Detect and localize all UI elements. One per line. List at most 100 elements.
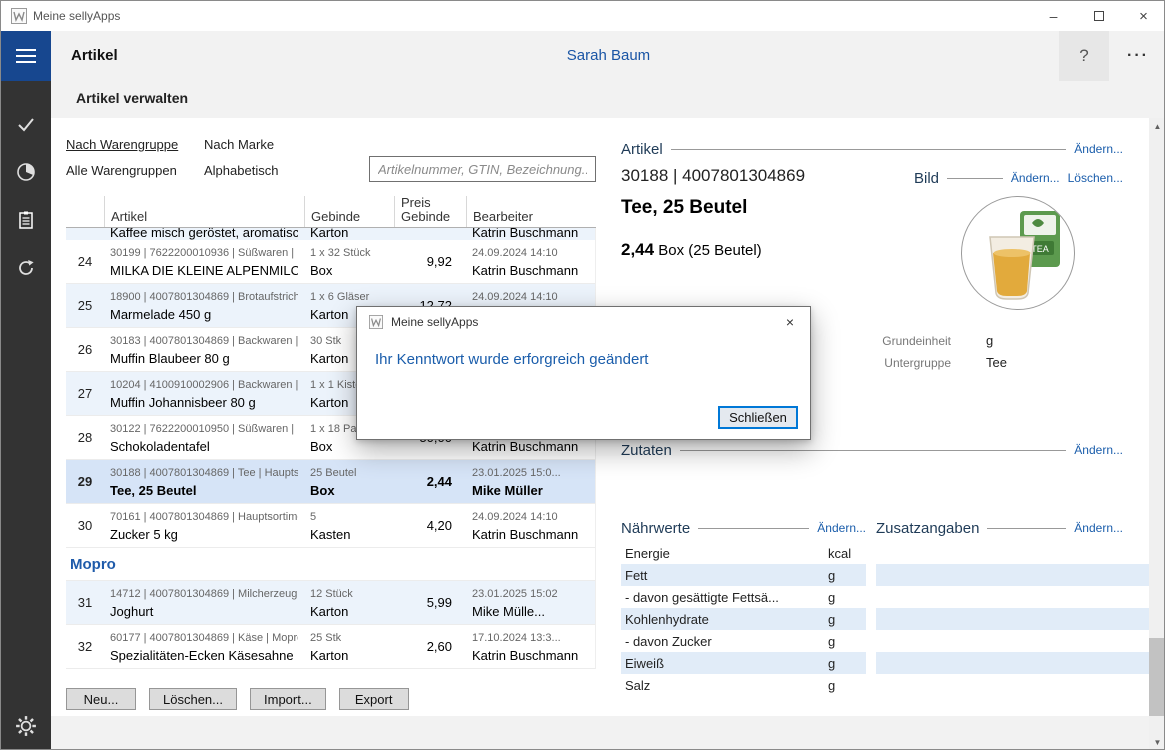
- settings-gear-icon[interactable]: [1, 706, 51, 746]
- nutrient-row: - davon Zuckerg: [621, 630, 866, 652]
- tab-nach-marke[interactable]: Nach Marke: [204, 135, 274, 155]
- import-button[interactable]: Import...: [250, 688, 326, 710]
- gebinde-unit: Karton: [310, 646, 388, 666]
- articles-clipboard-icon[interactable]: [1, 200, 51, 240]
- article-name: Tee, 25 Beutel: [110, 481, 298, 501]
- article-cell: 30183 | 4007801304869 | Backwaren | Hau.…: [104, 328, 304, 371]
- dialog-close-icon[interactable]: ×: [770, 307, 810, 337]
- zusatzangaben-aendern-link[interactable]: Ändern...: [1074, 521, 1123, 535]
- col-bearbeiter[interactable]: Bearbeiter: [466, 196, 596, 227]
- scrollbar-thumb[interactable]: [1149, 638, 1165, 716]
- new-button[interactable]: Neu...: [66, 688, 136, 710]
- article-name: Marmelade 450 g: [110, 305, 298, 325]
- zusatz-row: [876, 652, 1149, 674]
- editor-name: Katrin Buschmann: [472, 261, 590, 281]
- gebinde-unit: Karton: [310, 602, 388, 622]
- table-row[interactable]: 2930188 | 4007801304869 | Tee | Hauptsor…: [66, 460, 595, 504]
- section-naehrwerte-title: Nährwerte: [621, 520, 690, 537]
- edit-date: 24.09.2024 14:10: [472, 289, 590, 305]
- divider: [671, 149, 1067, 150]
- scroll-down-icon[interactable]: ▼: [1149, 734, 1165, 750]
- article-name: Joghurt: [110, 602, 298, 622]
- edit-date: 23.01.2025 15:02: [472, 586, 590, 602]
- article-table: Kaffee misch geröstet, aromatisch,... Ka…: [66, 228, 596, 669]
- article-cell: 10204 | 4100910002906 | Backwaren | Hau.…: [104, 372, 304, 415]
- col-preis-gebinde[interactable]: PreisGebinde: [394, 196, 466, 227]
- section-bild-title: Bild: [914, 170, 939, 187]
- bild-loeschen-link[interactable]: Löschen...: [1068, 171, 1123, 185]
- gebinde-unit: Box: [310, 437, 388, 457]
- search-input[interactable]: [369, 156, 596, 182]
- gebinde-unit: Karton: [310, 228, 388, 240]
- partial-row-clip: Kaffee misch geröstet, aromatisch,... Ka…: [66, 228, 595, 240]
- table-row[interactable]: 3260177 | 4007801304869 | Käse | MoproSp…: [66, 625, 595, 669]
- page-header: Artikel Sarah Baum ? ···: [51, 31, 1165, 81]
- row-number: 30: [66, 504, 104, 547]
- nutrient-row: Eiweißg: [621, 652, 866, 674]
- row-number: 32: [66, 625, 104, 668]
- filter-alle-warengruppen[interactable]: Alle Warengruppen: [66, 161, 177, 181]
- tab-nach-warengruppe[interactable]: Nach Warengruppe: [66, 135, 178, 155]
- col-gebinde[interactable]: Gebinde: [304, 196, 394, 227]
- row-number: 27: [66, 372, 104, 415]
- more-options-button[interactable]: ···: [1116, 31, 1160, 81]
- divider: [698, 528, 809, 529]
- zutaten-aendern-link[interactable]: Ändern...: [1074, 443, 1123, 457]
- nutrient-row: Kohlenhydrateg: [621, 608, 866, 630]
- table-row-partial[interactable]: Kaffee misch geröstet, aromatisch,... Ka…: [66, 228, 595, 240]
- titlebar: Meine sellyApps – ×: [1, 1, 1165, 31]
- article-table-header: Artikel Gebinde PreisGebinde Bearbeiter: [66, 196, 596, 228]
- chart-pie-icon[interactable]: [1, 152, 51, 192]
- nutrient-row: Energiekcal: [621, 542, 866, 564]
- table-row[interactable]: 3070161 | 4007801304869 | Hauptsortiment…: [66, 504, 595, 548]
- zusatz-row: [876, 630, 1149, 652]
- section-zusatzangaben: Zusatzangaben Ändern...: [876, 519, 1123, 537]
- article-meta: 10204 | 4100910002906 | Backwaren | Hau.…: [110, 377, 298, 393]
- delete-button[interactable]: Löschen...: [149, 688, 237, 710]
- article-image[interactable]: TEA: [961, 196, 1075, 310]
- app-icon: [11, 8, 27, 24]
- editor-name: Katrin Buschmann: [472, 525, 590, 545]
- naehrwerte-aendern-link[interactable]: Ändern...: [817, 521, 866, 535]
- gebinde-cell: 12 StückKarton: [304, 581, 394, 624]
- filter-alphabetisch[interactable]: Alphabetisch: [204, 161, 278, 181]
- edit-date: 24.09.2024 14:10: [472, 509, 590, 525]
- divider: [987, 528, 1066, 529]
- section-artikel-title: Artikel: [621, 141, 663, 158]
- untergruppe-label: Untergruppe: [851, 354, 951, 372]
- nutrient-unit: g: [828, 590, 866, 605]
- tasks-check-icon[interactable]: [1, 104, 51, 144]
- scroll-up-icon[interactable]: ▲: [1149, 118, 1165, 135]
- col-artikel[interactable]: Artikel: [104, 196, 304, 227]
- export-button[interactable]: Export: [339, 688, 409, 710]
- article-cell: 14712 | 4007801304869 | Milcherzeugnisse…: [104, 581, 304, 624]
- row-number: 26: [66, 328, 104, 371]
- vertical-scrollbar[interactable]: ▲ ▼: [1149, 118, 1165, 750]
- section-zutaten-title: Zutaten: [621, 442, 672, 459]
- article-cell: 30122 | 7622200010950 | Süßwaren | Haup.…: [104, 416, 304, 459]
- minimize-button[interactable]: –: [1031, 1, 1076, 31]
- bild-aendern-link[interactable]: Ändern...: [1011, 171, 1060, 185]
- nutrient-label: Energie: [621, 546, 828, 561]
- article-cell: 18900 | 4007801304869 | Brotaufstrich | …: [104, 284, 304, 327]
- dialog-schliessen-button[interactable]: Schließen: [718, 406, 798, 429]
- gebinde-cell: Karton: [304, 228, 394, 240]
- article-cell: Kaffee misch geröstet, aromatisch,...: [104, 228, 304, 240]
- grundeinheit-label: Grundeinheit: [851, 332, 951, 350]
- article-name: Kaffee misch geröstet, aromatisch,...: [110, 228, 298, 240]
- maximize-button[interactable]: [1076, 1, 1121, 31]
- user-name-link[interactable]: Sarah Baum: [51, 31, 1165, 81]
- nutrient-row: Fettg: [621, 564, 866, 586]
- article-price-line: 2,44 Box (25 Beutel): [621, 240, 762, 260]
- artikel-aendern-link[interactable]: Ändern...: [1074, 142, 1123, 156]
- price-cell: 5,99: [394, 581, 466, 624]
- nutrient-label: - davon gesättigte Fettsä...: [621, 590, 828, 605]
- help-button[interactable]: ?: [1059, 31, 1109, 81]
- sync-icon[interactable]: [1, 248, 51, 288]
- close-button[interactable]: ×: [1121, 1, 1165, 31]
- table-row[interactable]: 2430199 | 7622200010936 | Süßwaren | Hau…: [66, 240, 595, 284]
- article-meta: 60177 | 4007801304869 | Käse | Mopro: [110, 630, 298, 646]
- hamburger-menu-icon[interactable]: [1, 31, 51, 81]
- table-row[interactable]: 3114712 | 4007801304869 | Milcherzeugnis…: [66, 581, 595, 625]
- price-cell: 9,92: [394, 240, 466, 283]
